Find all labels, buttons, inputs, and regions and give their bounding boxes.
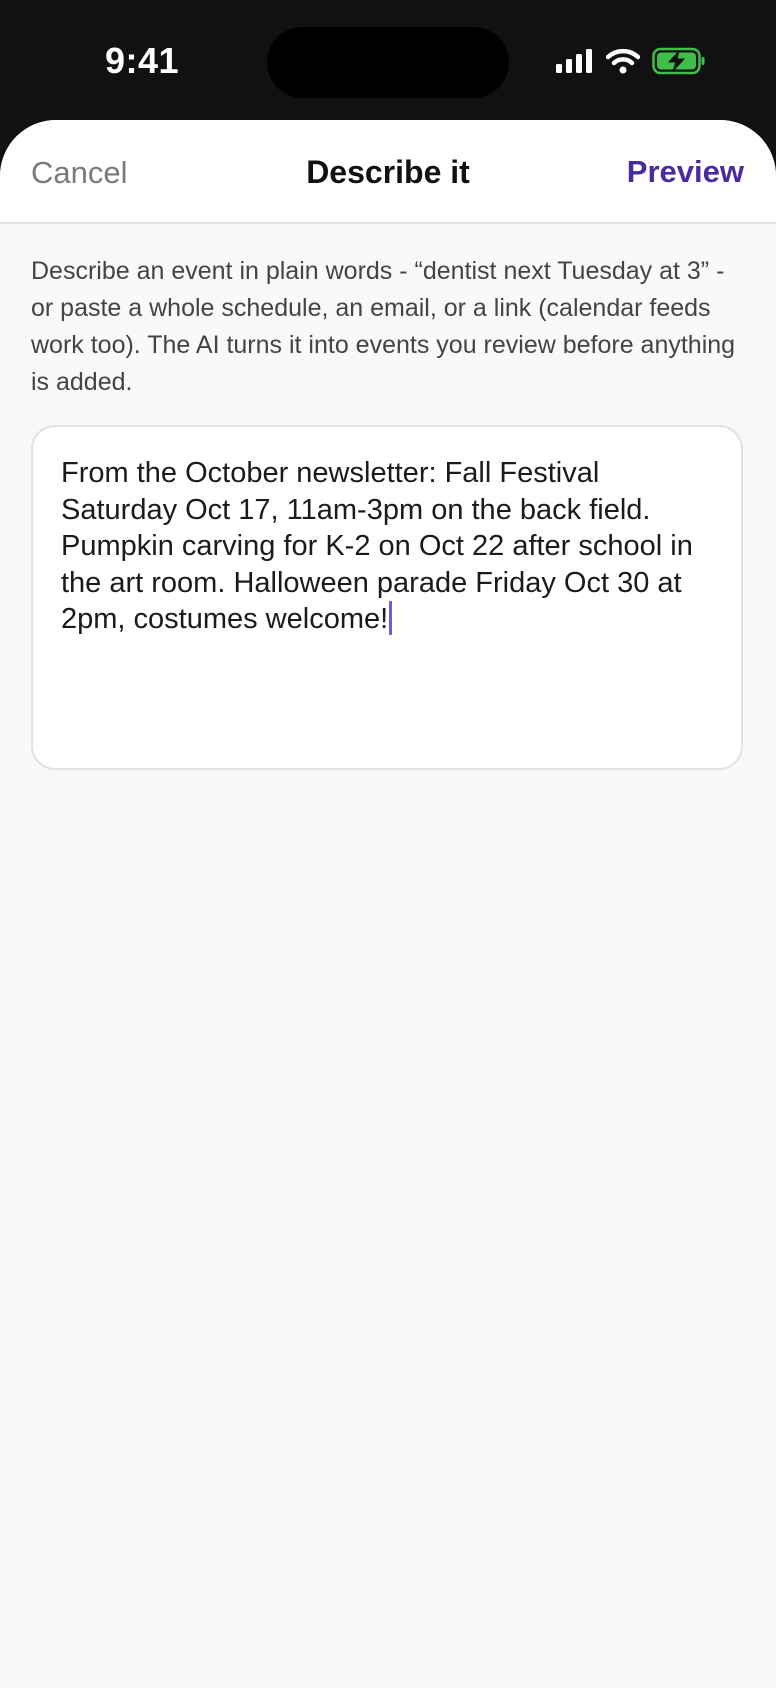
text-caret [389,601,393,635]
nav-bar: Cancel Describe it Preview [0,120,776,224]
wifi-icon [605,48,641,79]
event-description-input[interactable]: From the October newsletter: Fall Festiv… [31,425,743,770]
status-icons [556,47,706,80]
modal-sheet: Cancel Describe it Preview Describe an e… [0,120,776,1688]
helper-text: Describe an event in plain words - “dent… [31,257,736,396]
status-bar: 9:41 [0,0,776,120]
dynamic-island [267,27,509,98]
input-text-wrapper[interactable]: From the October newsletter: Fall Festiv… [61,455,721,638]
status-time: 9:41 [104,40,180,81]
input-value[interactable]: From the October newsletter: Fall Festiv… [61,457,693,635]
preview-button[interactable]: Preview [627,154,744,190]
battery-charging-icon [652,47,706,80]
cellular-signal-icon [556,48,594,78]
